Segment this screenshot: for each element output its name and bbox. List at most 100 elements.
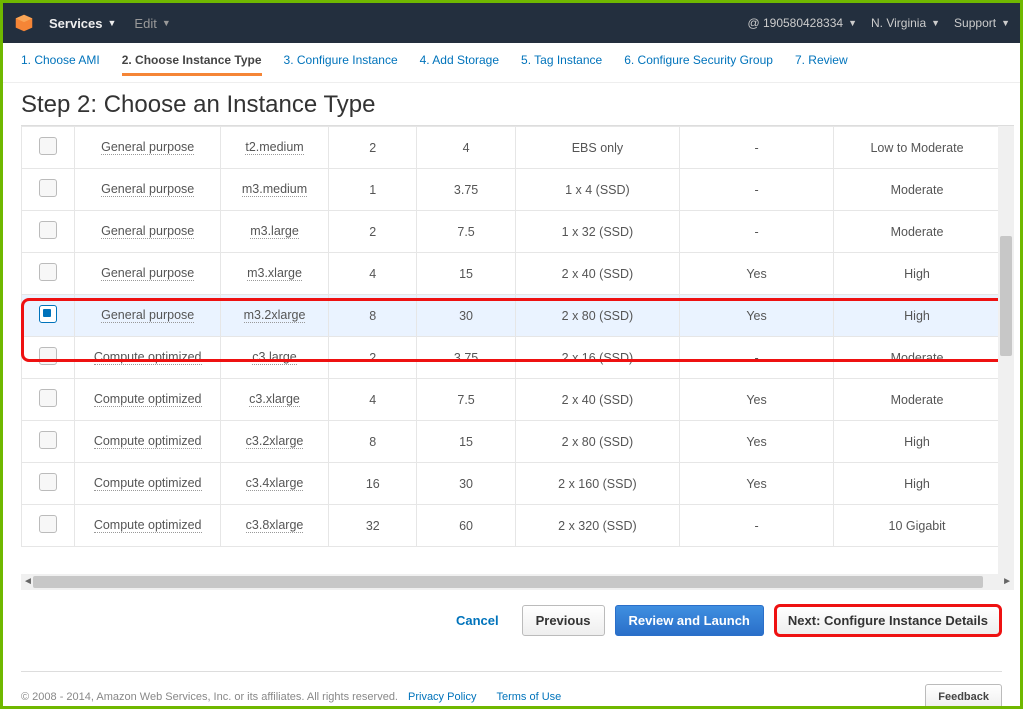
memory-cell: 30: [417, 295, 515, 337]
privacy-policy-link[interactable]: Privacy Policy: [408, 691, 476, 703]
storage-cell: 2 x 80 (SSD): [515, 421, 679, 463]
table-row[interactable]: Compute optimizedc3.2xlarge8152 x 80 (SS…: [22, 421, 1001, 463]
vcpu-cell: 2: [329, 127, 417, 169]
terms-of-use-link[interactable]: Terms of Use: [496, 691, 561, 703]
wizard-step-4[interactable]: 4. Add Storage: [420, 53, 499, 76]
region-menu[interactable]: N. Virginia ▼: [871, 16, 940, 30]
instance-type: m3.medium: [242, 182, 307, 197]
vcpu-cell: 32: [329, 505, 417, 547]
memory-cell: 30: [417, 463, 515, 505]
services-label: Services: [49, 16, 103, 31]
ebs-optimized-cell: -: [680, 169, 834, 211]
table-row[interactable]: Compute optimizedc3.4xlarge16302 x 160 (…: [22, 463, 1001, 505]
scrollbar-thumb[interactable]: [1000, 236, 1012, 356]
row-checkbox[interactable]: [39, 389, 57, 407]
storage-cell: 2 x 160 (SSD): [515, 463, 679, 505]
ebs-optimized-cell: Yes: [680, 379, 834, 421]
next-configure-instance-button[interactable]: Next: Configure Instance Details: [774, 604, 1002, 637]
page-footer: © 2008 - 2014, Amazon Web Services, Inc.…: [21, 671, 1002, 709]
table-row[interactable]: Compute optimizedc3.xlarge47.52 x 40 (SS…: [22, 379, 1001, 421]
row-checkbox[interactable]: [39, 473, 57, 491]
feedback-button[interactable]: Feedback: [925, 684, 1002, 709]
ebs-optimized-cell: Yes: [680, 463, 834, 505]
scrollbar-thumb[interactable]: [33, 576, 983, 588]
storage-cell: 2 x 16 (SSD): [515, 337, 679, 379]
row-checkbox[interactable]: [39, 347, 57, 365]
table-row[interactable]: General purposem3.large27.51 x 32 (SSD)-…: [22, 211, 1001, 253]
table-row[interactable]: Compute optimizedc3.large23.752 x 16 (SS…: [22, 337, 1001, 379]
network-perf-cell: 10 Gigabit: [834, 505, 1001, 547]
wizard-step-6[interactable]: 6. Configure Security Group: [624, 53, 773, 76]
chevron-down-icon: ▼: [108, 18, 117, 28]
vertical-scrollbar[interactable]: [998, 126, 1014, 574]
table-row[interactable]: Compute optimizedc3.8xlarge32602 x 320 (…: [22, 505, 1001, 547]
row-checkbox[interactable]: [39, 305, 57, 323]
instance-family: General purpose: [101, 266, 194, 281]
instance-family: Compute optimized: [94, 350, 202, 365]
row-checkbox[interactable]: [39, 137, 57, 155]
instance-type: t2.medium: [245, 140, 303, 155]
page-title: Step 2: Choose an Instance Type: [21, 91, 1002, 119]
memory-cell: 7.5: [417, 211, 515, 253]
network-perf-cell: Moderate: [834, 379, 1001, 421]
storage-cell: 2 x 40 (SSD): [515, 253, 679, 295]
wizard-step-3[interactable]: 3. Configure Instance: [284, 53, 398, 76]
ebs-optimized-cell: -: [680, 337, 834, 379]
instance-family: General purpose: [101, 308, 194, 323]
wizard-steps: 1. Choose AMI 2. Choose Instance Type 3. C…: [3, 43, 1020, 83]
network-perf-cell: High: [834, 421, 1001, 463]
instance-family: General purpose: [101, 182, 194, 197]
memory-cell: 15: [417, 253, 515, 295]
ebs-optimized-cell: Yes: [680, 295, 834, 337]
network-perf-cell: Moderate: [834, 337, 1001, 379]
ebs-optimized-cell: Yes: [680, 253, 834, 295]
instance-type-table: General purposet2.medium24EBS only-Low t…: [21, 126, 1001, 547]
row-checkbox[interactable]: [39, 221, 57, 239]
scroll-left-icon[interactable]: ◄: [23, 576, 33, 587]
review-and-launch-button[interactable]: Review and Launch: [615, 605, 764, 636]
storage-cell: EBS only: [515, 127, 679, 169]
table-row[interactable]: General purposet2.medium24EBS only-Low t…: [22, 127, 1001, 169]
top-navbar: Services ▼ Edit ▼ @ 190580428334 ▼ N. Vi…: [3, 3, 1020, 43]
instance-type: c3.2xlarge: [246, 434, 304, 449]
network-perf-cell: Moderate: [834, 169, 1001, 211]
row-checkbox[interactable]: [39, 431, 57, 449]
wizard-step-5[interactable]: 5. Tag Instance: [521, 53, 602, 76]
wizard-step-7[interactable]: 7. Review: [795, 53, 848, 76]
ebs-optimized-cell: Yes: [680, 421, 834, 463]
edit-menu[interactable]: Edit ▼: [134, 16, 170, 31]
aws-logo-icon: [13, 12, 35, 34]
ebs-optimized-cell: -: [680, 505, 834, 547]
wizard-step-1[interactable]: 1. Choose AMI: [21, 53, 100, 76]
instance-type: c3.4xlarge: [246, 476, 304, 491]
wizard-button-bar: Cancel Previous Review and Launch Next: …: [3, 590, 1020, 651]
services-menu[interactable]: Services ▼: [49, 16, 116, 31]
storage-cell: 2 x 40 (SSD): [515, 379, 679, 421]
vcpu-cell: 4: [329, 379, 417, 421]
table-row[interactable]: General purposem3.medium13.751 x 4 (SSD)…: [22, 169, 1001, 211]
vcpu-cell: 8: [329, 295, 417, 337]
row-checkbox[interactable]: [39, 515, 57, 533]
instance-family: General purpose: [101, 224, 194, 239]
memory-cell: 15: [417, 421, 515, 463]
wizard-step-2[interactable]: 2. Choose Instance Type: [122, 53, 262, 76]
memory-cell: 7.5: [417, 379, 515, 421]
row-checkbox[interactable]: [39, 263, 57, 281]
instance-family: Compute optimized: [94, 518, 202, 533]
cancel-button[interactable]: Cancel: [443, 606, 512, 635]
previous-button[interactable]: Previous: [522, 605, 605, 636]
chevron-down-icon: ▼: [848, 18, 857, 28]
support-menu[interactable]: Support ▼: [954, 16, 1010, 30]
vcpu-cell: 16: [329, 463, 417, 505]
account-menu[interactable]: @ 190580428334 ▼: [747, 16, 857, 30]
memory-cell: 3.75: [417, 337, 515, 379]
row-checkbox[interactable]: [39, 179, 57, 197]
table-row[interactable]: General purposem3.2xlarge8302 x 80 (SSD)…: [22, 295, 1001, 337]
horizontal-scrollbar[interactable]: ◄ ►: [21, 574, 1014, 590]
vcpu-cell: 8: [329, 421, 417, 463]
account-label: @ 190580428334: [747, 16, 843, 30]
scroll-right-icon[interactable]: ►: [1002, 576, 1012, 587]
ebs-optimized-cell: -: [680, 211, 834, 253]
instance-type: m3.large: [250, 224, 299, 239]
table-row[interactable]: General purposem3.xlarge4152 x 40 (SSD)Y…: [22, 253, 1001, 295]
